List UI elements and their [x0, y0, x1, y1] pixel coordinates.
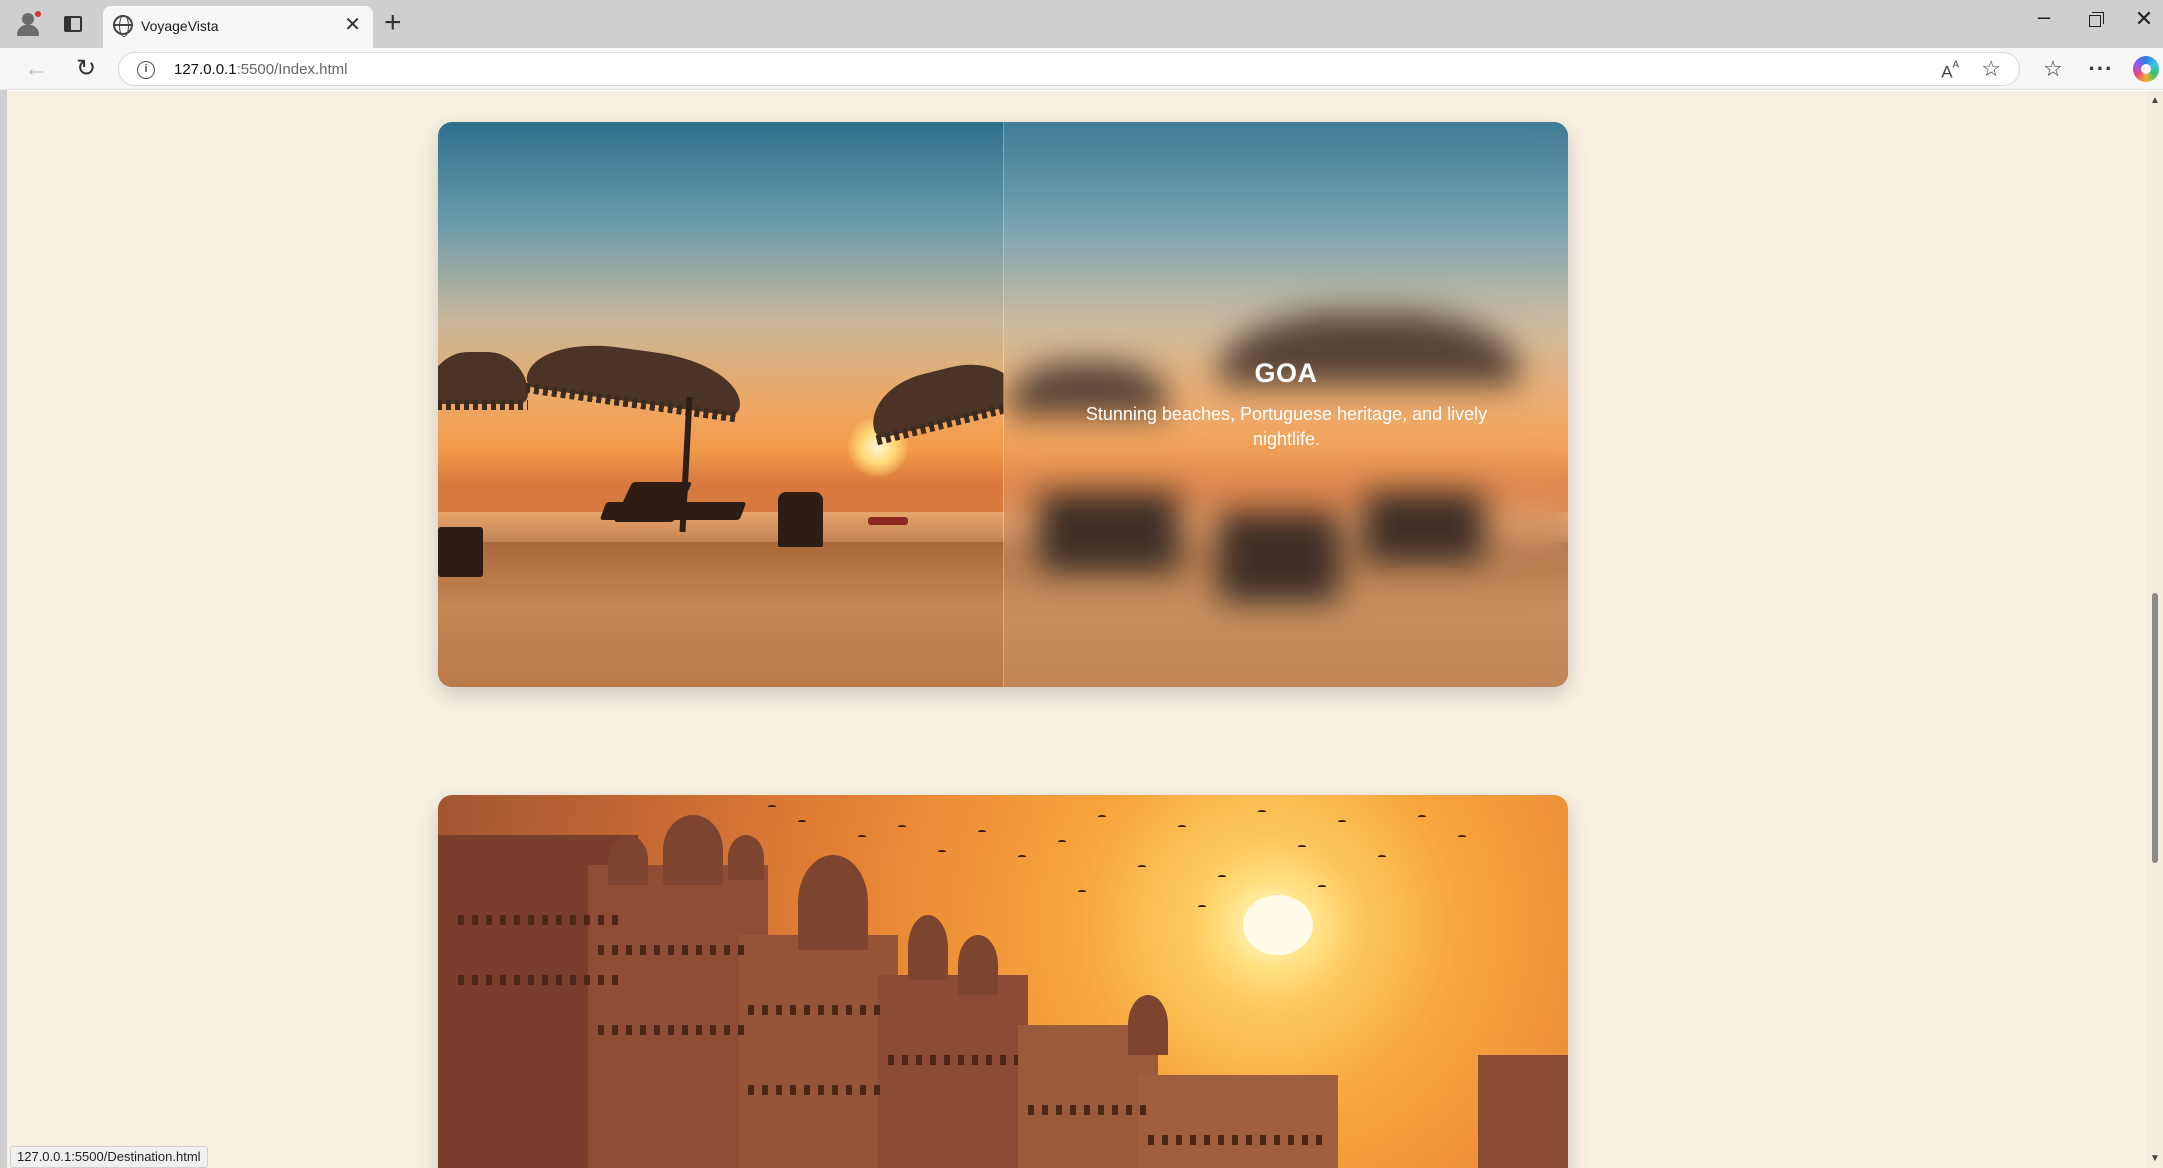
- url-host: 127.0.0.1: [174, 61, 237, 78]
- tab-voyagevista[interactable]: VoyageVista ✕: [103, 6, 373, 48]
- destination-title: GOA: [1254, 358, 1318, 388]
- link-status-bubble: 127.0.0.1:5500/Destination.html: [10, 1146, 208, 1168]
- address-bar[interactable]: i 127.0.0.1:5500/Index.html Aᴬ ☆: [118, 52, 2020, 86]
- tab-actions-icon[interactable]: [59, 10, 87, 38]
- browser-window: VoyageVista ✕ + – ✕ ← ↻ i 127.0.0.1:5500…: [0, 0, 2163, 1168]
- destination-card-varanasi[interactable]: [438, 795, 1568, 1168]
- minimize-icon[interactable]: –: [2024, 4, 2064, 30]
- more-icon[interactable]: ···: [2083, 54, 2119, 84]
- window-left-edge: [0, 0, 7, 1168]
- profile-icon[interactable]: [14, 10, 42, 38]
- url-text: 127.0.0.1:5500/Index.html: [174, 61, 347, 78]
- browser-toolbar: ← ↻ i 127.0.0.1:5500/Index.html Aᴬ ☆ ☆ ·…: [0, 48, 2163, 90]
- star-icon[interactable]: ☆: [1981, 56, 2001, 82]
- sun-graphic: [1243, 895, 1313, 955]
- info-icon[interactable]: i: [137, 61, 155, 79]
- destination-card-goa[interactable]: GOA Stunning beaches, Portuguese heritag…: [438, 122, 1568, 687]
- scroll-up-icon[interactable]: ▲: [2150, 95, 2160, 106]
- tab-title: VoyageVista: [141, 18, 219, 34]
- page-viewport: GOA Stunning beaches, Portuguese heritag…: [7, 91, 2147, 1168]
- copilot-icon[interactable]: [2133, 56, 2159, 82]
- destination-description: Stunning beaches, Portuguese heritage, a…: [1085, 404, 1488, 449]
- favorites-icon[interactable]: ☆: [2035, 54, 2071, 84]
- globe-icon: [113, 15, 133, 37]
- reload-icon[interactable]: ↻: [70, 54, 102, 84]
- destination-info-panel: GOA Stunning beaches, Portuguese heritag…: [1003, 122, 1568, 687]
- back-arrow-icon[interactable]: ←: [20, 54, 52, 84]
- plus-icon[interactable]: +: [384, 8, 402, 38]
- close-icon[interactable]: ✕: [344, 15, 361, 35]
- tab-strip: VoyageVista ✕ + – ✕: [0, 0, 2163, 48]
- read-aloud-icon[interactable]: Aᴬ: [1941, 59, 1959, 83]
- scrollbar-thumb[interactable]: [2152, 593, 2158, 863]
- window-close-icon[interactable]: ✕: [2124, 6, 2163, 32]
- page-scrollbar[interactable]: ▲ ▼: [2147, 91, 2163, 1168]
- url-path: :5500/Index.html: [236, 61, 348, 78]
- scroll-down-icon[interactable]: ▼: [2150, 1153, 2160, 1164]
- restore-icon[interactable]: [2075, 10, 2115, 32]
